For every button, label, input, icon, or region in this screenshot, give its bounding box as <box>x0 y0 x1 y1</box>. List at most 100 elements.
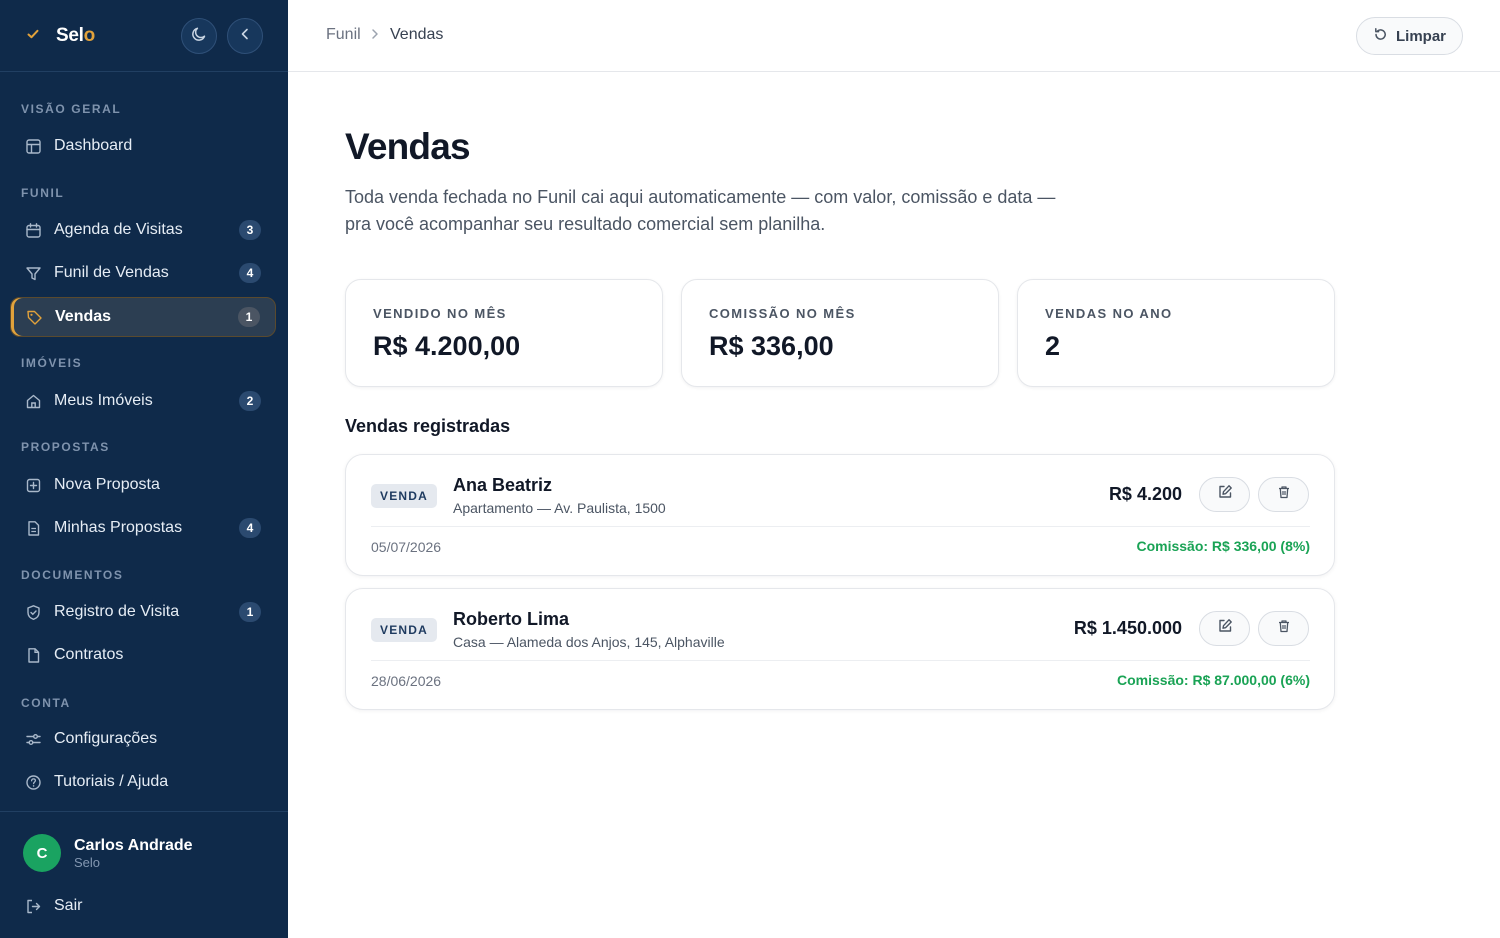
edit-sale-button[interactable] <box>1199 611 1250 646</box>
delete-sale-button[interactable] <box>1258 611 1309 646</box>
check-icon <box>26 27 44 44</box>
section-label-account: CONTA <box>21 696 71 710</box>
clear-button-label: Limpar <box>1395 27 1446 45</box>
count-badge: 1 <box>238 307 260 327</box>
plus-square-icon <box>24 476 42 494</box>
sale-card: VENDA Ana Beatriz Apartamento — Av. Paul… <box>345 454 1335 576</box>
brand-logo[interactable]: Selo <box>56 25 95 47</box>
logout-button[interactable]: Sair <box>10 886 276 926</box>
page-description: Toda venda fechada no Funil cai aqui aut… <box>345 184 1105 238</box>
sale-amount: R$ 1.450.000 <box>1073 618 1182 638</box>
stat-label: COMISSÃO NO MÊS <box>709 306 856 321</box>
sidebar-item-imoveis[interactable]: Meus Imóveis 2 <box>10 381 276 421</box>
sidebar-item-label: Dashboard <box>54 137 133 154</box>
sale-card: VENDA Roberto Lima Casa — Alameda dos An… <box>345 588 1335 710</box>
description-line: Toda venda fechada no Funil cai aqui aut… <box>345 187 1056 207</box>
sidebar-item-agenda[interactable]: Agenda de Visitas 3 <box>10 210 276 250</box>
count-badge: 1 <box>239 602 261 622</box>
collapse-sidebar-button[interactable] <box>227 18 263 54</box>
shield-check-icon <box>24 603 42 621</box>
user-name: Carlos Andrade <box>74 837 193 854</box>
sidebar-item-label: Agenda de Visitas <box>54 221 183 238</box>
count-badge: 3 <box>239 220 261 240</box>
sidebar-item-nova-proposta[interactable]: Nova Proposta <box>10 465 276 505</box>
avatar[interactable]: C <box>23 834 61 872</box>
sidebar-item-label: Tutoriais / Ajuda <box>54 773 169 790</box>
stat-card-sales-year: VENDAS NO ANO 2 <box>1017 279 1335 387</box>
stat-card-sold-month: VENDIDO NO MÊS R$ 4.200,00 <box>345 279 663 387</box>
page-title: Vendas <box>345 126 471 167</box>
section-label-documents: DOCUMENTOS <box>21 568 124 582</box>
sidebar-item-minhas-propostas[interactable]: Minhas Propostas 4 <box>10 508 276 548</box>
home-icon <box>24 392 42 410</box>
breadcrumb-link-funil[interactable]: Funil <box>326 26 361 44</box>
sidebar-item-label: Minhas Propostas <box>54 519 183 536</box>
sidebar-item-registro-visita[interactable]: Registro de Visita 1 <box>10 592 276 632</box>
edit-icon <box>1217 484 1233 505</box>
sidebar-item-dashboard[interactable]: Dashboard <box>10 126 276 166</box>
chevron-left-icon <box>237 26 253 47</box>
sidebar: Selo VISÃO GERAL Dashboard FUNIL Agenda … <box>0 0 288 938</box>
count-badge: 2 <box>239 391 261 411</box>
stat-label: VENDIDO NO MÊS <box>373 306 507 321</box>
sidebar-item-ajuda[interactable]: Tutoriais / Ajuda <box>10 762 276 802</box>
description-line: pra você acompanhar seu resultado comerc… <box>345 214 826 234</box>
clear-button[interactable]: Limpar <box>1356 17 1463 55</box>
sidebar-divider <box>0 811 288 812</box>
layout-icon <box>24 137 42 155</box>
edit-sale-button[interactable] <box>1199 477 1250 512</box>
commission-text: Comissão: R$ 87.000,00 (6%) <box>1117 672 1310 688</box>
stat-value: 2 <box>1045 331 1061 361</box>
sidebar-item-label: Sair <box>54 897 83 914</box>
calendar-icon <box>24 221 42 239</box>
sidebar-item-label: Vendas <box>55 308 112 325</box>
edit-icon <box>1217 618 1233 639</box>
theme-toggle-button[interactable] <box>181 18 217 54</box>
sidebar-item-funil[interactable]: Funil de Vendas 4 <box>10 253 276 293</box>
help-circle-icon <box>24 773 42 791</box>
client-name: Ana Beatriz <box>453 475 553 495</box>
sale-type-badge: VENDA <box>371 618 437 642</box>
logout-icon <box>24 897 42 915</box>
filter-icon <box>24 264 42 282</box>
delete-sale-button[interactable] <box>1258 477 1309 512</box>
sale-date: 28/06/2026 <box>371 673 442 689</box>
sale-amount: R$ 4.200 <box>1108 484 1182 504</box>
moon-icon <box>190 25 208 48</box>
stat-value: R$ 336,00 <box>709 331 834 361</box>
sale-type-badge: VENDA <box>371 484 437 508</box>
breadcrumb-current: Vendas <box>390 26 444 43</box>
trash-icon <box>1277 619 1291 638</box>
sidebar-item-label: Nova Proposta <box>54 476 160 493</box>
sidebar-item-configuracoes[interactable]: Configurações <box>10 719 276 759</box>
sidebar-item-label: Configurações <box>54 730 158 747</box>
section-label-overview: VISÃO GERAL <box>21 102 122 116</box>
sliders-icon <box>24 730 42 748</box>
sidebar-item-contratos[interactable]: Contratos <box>10 635 276 675</box>
refresh-icon <box>1373 27 1388 46</box>
stat-label: VENDAS NO ANO <box>1045 306 1173 321</box>
file-icon <box>24 646 42 664</box>
sidebar-item-label: Funil de Vendas <box>54 264 169 281</box>
trash-icon <box>1277 485 1291 504</box>
sidebar-item-label: Contratos <box>54 646 124 663</box>
user-organization: Selo <box>74 855 101 870</box>
sale-date: 05/07/2026 <box>371 539 442 555</box>
section-label-funnel: FUNIL <box>21 186 65 200</box>
card-divider <box>371 526 1310 527</box>
topbar: Funil Vendas Limpar <box>288 0 1500 72</box>
commission-text: Comissão: R$ 336,00 (8%) <box>1136 538 1310 554</box>
card-divider <box>371 660 1310 661</box>
property-description: Apartamento — Av. Paulista, 1500 <box>453 500 666 516</box>
document-icon <box>24 519 42 537</box>
sidebar-item-label: Registro de Visita <box>54 603 180 620</box>
sidebar-item-label: Meus Imóveis <box>54 392 153 409</box>
client-name: Roberto Lima <box>453 609 570 629</box>
section-title: Vendas registradas <box>345 416 511 436</box>
stat-card-commission-month: COMISSÃO NO MÊS R$ 336,00 <box>681 279 999 387</box>
stat-value: R$ 4.200,00 <box>373 331 521 361</box>
count-badge: 4 <box>239 518 261 538</box>
brand-bar: Selo <box>0 0 288 72</box>
sidebar-item-vendas[interactable]: Vendas 1 <box>10 297 276 337</box>
tag-icon <box>25 308 43 326</box>
